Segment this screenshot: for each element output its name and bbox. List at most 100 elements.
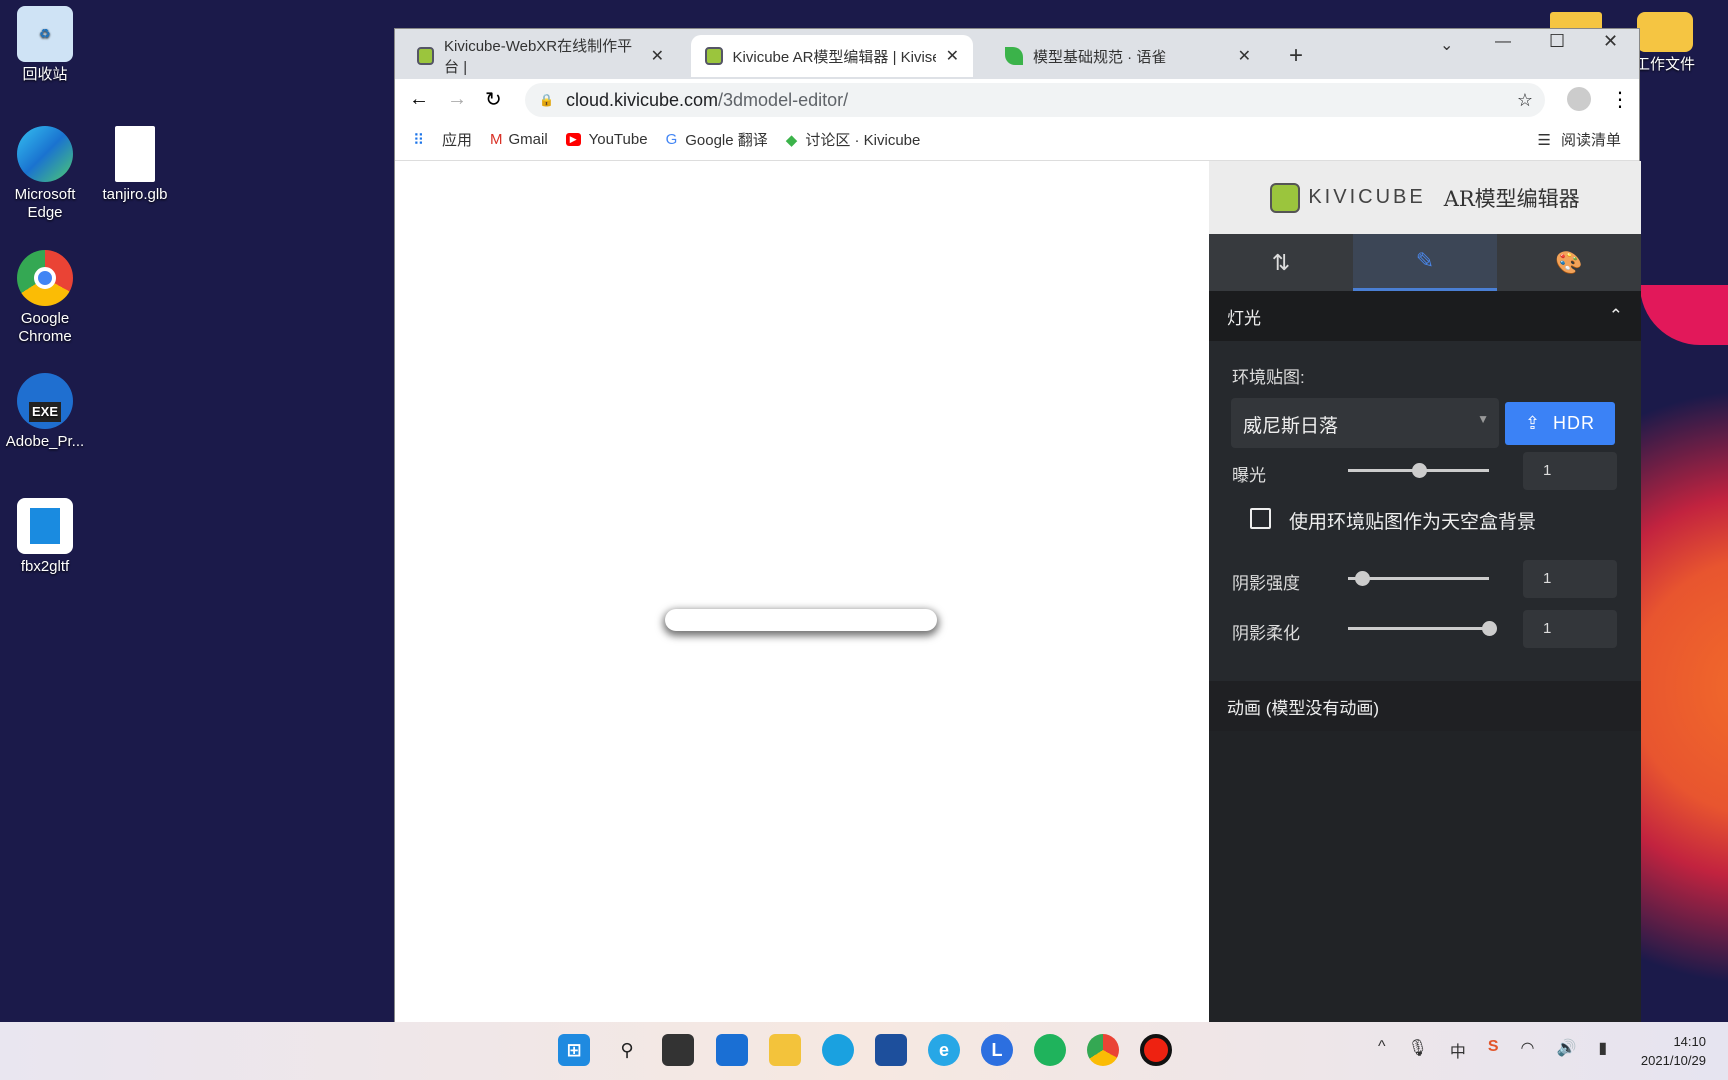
exposure-input[interactable]: 1 xyxy=(1523,452,1617,490)
lighting-section-header[interactable]: 灯光 ⌃ xyxy=(1209,291,1641,341)
start-icon[interactable]: ⊞ xyxy=(558,1034,590,1066)
icon-label: 回收站 xyxy=(22,66,68,83)
ie-icon[interactable]: e xyxy=(928,1034,960,1066)
exposure-slider[interactable] xyxy=(1348,463,1489,478)
bookmark-apps[interactable]: 应用 xyxy=(442,129,472,150)
sogou-icon[interactable]: S xyxy=(1488,1038,1499,1062)
youtube-icon: ▶ xyxy=(565,133,581,146)
tab-edit[interactable]: ✎ xyxy=(1353,234,1497,291)
search-icon[interactable]: ⚲ xyxy=(611,1034,643,1066)
chevron-up-icon[interactable]: ⌃ xyxy=(1609,306,1623,326)
microphone-icon[interactable]: 🎙 xyxy=(1408,1038,1428,1062)
volume-icon[interactable]: 🔊 xyxy=(1556,1038,1576,1062)
slider-thumb[interactable] xyxy=(1355,571,1371,586)
menu-icon[interactable]: ⋮ xyxy=(1610,87,1630,112)
close-tab-icon[interactable]: ✕ xyxy=(1238,46,1251,66)
shadow-intensity-slider[interactable] xyxy=(1348,571,1489,586)
env-map-select[interactable]: 威尼斯日落 ▼ xyxy=(1231,398,1499,448)
profile-avatar[interactable] xyxy=(1567,87,1591,111)
battery-icon[interactable]: ▮ xyxy=(1598,1038,1607,1062)
close-tab-icon[interactable]: ✕ xyxy=(946,46,959,66)
shadow-softness-slider[interactable] xyxy=(1348,621,1497,636)
desktop-icon-edge[interactable]: Microsoft Edge xyxy=(0,126,90,222)
browser-window: Kivicube-WebXR在线制作平台 | ✕ Kivicube AR模型编辑器… xyxy=(394,28,1641,1023)
date: 2021/10/29 xyxy=(1640,1053,1706,1068)
tab-webxr[interactable]: Kivicube-WebXR在线制作平台 | ✕ xyxy=(403,35,678,77)
tab-transform[interactable]: ⇅ xyxy=(1209,234,1353,291)
pencil-icon: ✎ xyxy=(1415,248,1435,273)
chrome-icon[interactable] xyxy=(1087,1034,1119,1066)
apps-icon: ⠿ xyxy=(413,131,424,149)
bookmark-translate[interactable]: Google 翻译 xyxy=(685,129,768,150)
close-tab-icon[interactable]: ✕ xyxy=(651,46,664,66)
panel-title: AR模型编辑器 xyxy=(1443,186,1580,211)
taskbar: ⊞ ⚲ e L ^ 🎙 中 S ◠ 🔊 ▮ 14:10 2021/10/29 xyxy=(0,1022,1728,1080)
gmail-icon: M xyxy=(490,131,503,148)
chrome-icon xyxy=(17,250,73,306)
forward-icon[interactable]: → xyxy=(447,88,467,111)
slider-thumb[interactable] xyxy=(1482,621,1497,636)
shadow-intensity-label: 阴影强度 xyxy=(1232,574,1300,593)
3d-model xyxy=(665,609,937,631)
desktop-icon-chrome[interactable]: Google Chrome xyxy=(0,250,90,346)
new-tab-button[interactable]: + xyxy=(1275,35,1317,77)
minimize-button[interactable]: — xyxy=(1495,33,1511,51)
3d-viewport[interactable] xyxy=(395,161,1209,1023)
desktop-icon-fbx2gltf[interactable]: fbx2gltf xyxy=(0,498,90,576)
wifi-icon[interactable]: ◠ xyxy=(1521,1038,1535,1062)
skybox-checkbox[interactable] xyxy=(1250,508,1271,529)
task-view-icon[interactable] xyxy=(662,1034,694,1066)
address-bar[interactable]: 🔒 cloud.kivicube.com/3dmodel-editor/ ☆ xyxy=(525,83,1545,117)
desktop-icon-adobe[interactable]: EXE Adobe_Pr... xyxy=(0,373,90,451)
widgets-icon[interactable] xyxy=(716,1034,748,1066)
tray-chevron-icon[interactable]: ^ xyxy=(1378,1038,1386,1062)
shadow-intensity-input[interactable]: 1 xyxy=(1523,560,1617,598)
exposure-label: 曝光 xyxy=(1232,466,1266,485)
upload-icon: ⇪ xyxy=(1524,413,1542,433)
bookmark-kivicube-forum[interactable]: 讨论区 · Kivicube xyxy=(805,129,920,150)
l-app-icon[interactable]: L xyxy=(981,1034,1013,1066)
clock[interactable]: 14:10 2021/10/29 xyxy=(1630,1032,1706,1070)
wechat-icon[interactable] xyxy=(1034,1034,1066,1066)
lock-icon: 🔒 xyxy=(539,93,554,107)
yuque-icon: ◆ xyxy=(785,131,798,149)
file-explorer-icon[interactable] xyxy=(769,1034,801,1066)
upload-hdr-button[interactable]: ⇪ HDR xyxy=(1505,402,1615,445)
reading-list-icon: ☰ xyxy=(1537,131,1551,149)
palette-icon: 🎨 xyxy=(1555,249,1583,275)
desktop-icon-recycle-bin[interactable]: ♻ 回收站 xyxy=(0,6,90,84)
lighting-section: 环境贴图: 威尼斯日落 ▼ ⇪ HDR 曝光 1 使用环境贴图作为天空盒背景 阴影强… xyxy=(1209,341,1641,681)
icon-label: fbx2gltf xyxy=(20,558,70,575)
hdr-label: HDR xyxy=(1553,413,1596,433)
brand-logo: KIVICUBE xyxy=(1308,186,1426,208)
bookmark-gmail[interactable]: Gmail xyxy=(509,131,548,148)
skybox-label[interactable]: 使用环境贴图作为天空盒背景 xyxy=(1289,507,1536,534)
bookmark-youtube[interactable]: YouTube xyxy=(589,131,648,148)
edge-icon[interactable] xyxy=(822,1034,854,1066)
close-window-button[interactable]: ✕ xyxy=(1603,31,1618,52)
store-icon[interactable] xyxy=(875,1034,907,1066)
slider-thumb[interactable] xyxy=(1411,463,1427,478)
tab-model-editor[interactable]: Kivicube AR模型编辑器 | Kivise ✕ xyxy=(691,35,973,77)
reload-icon[interactable]: ↻ xyxy=(485,87,502,112)
icon-label: tanjiro.glb xyxy=(102,186,168,203)
tab-material[interactable]: 🎨 xyxy=(1497,234,1641,291)
exe-badge: EXE xyxy=(28,402,61,422)
animation-title: 动画 (模型没有动画) xyxy=(1227,698,1380,718)
recorder-icon[interactable] xyxy=(1140,1034,1172,1066)
reading-list-button[interactable]: 阅读清单 xyxy=(1561,129,1621,150)
panel-tabs: ⇅ ✎ 🎨 xyxy=(1209,234,1641,291)
tab-search-icon[interactable]: ⌄ xyxy=(1440,35,1453,55)
desktop-icon-tanjiro[interactable]: tanjiro.glb xyxy=(90,126,180,204)
kivicube-logo-icon xyxy=(1270,182,1301,213)
tab-title: Kivicube AR模型编辑器 | Kivise xyxy=(732,48,936,66)
tab-yuque[interactable]: 模型基础规范 · 语雀 ✕ xyxy=(991,35,1265,77)
animation-section-header[interactable]: 动画 (模型没有动画) xyxy=(1209,681,1641,731)
editor-panel: KIVICUBE AR模型编辑器 ⇅ ✎ 🎨 灯光 ⌃ 环境贴图: 威尼斯日落 ▼ … xyxy=(1209,161,1641,1023)
bookmark-star-icon[interactable]: ☆ xyxy=(1517,90,1533,111)
maximize-button[interactable]: ☐ xyxy=(1549,31,1565,52)
ime-indicator[interactable]: 中 xyxy=(1450,1038,1466,1062)
shadow-softness-input[interactable]: 1 xyxy=(1523,610,1617,648)
back-icon[interactable]: ← xyxy=(409,88,429,111)
folder-icon xyxy=(1637,12,1693,52)
